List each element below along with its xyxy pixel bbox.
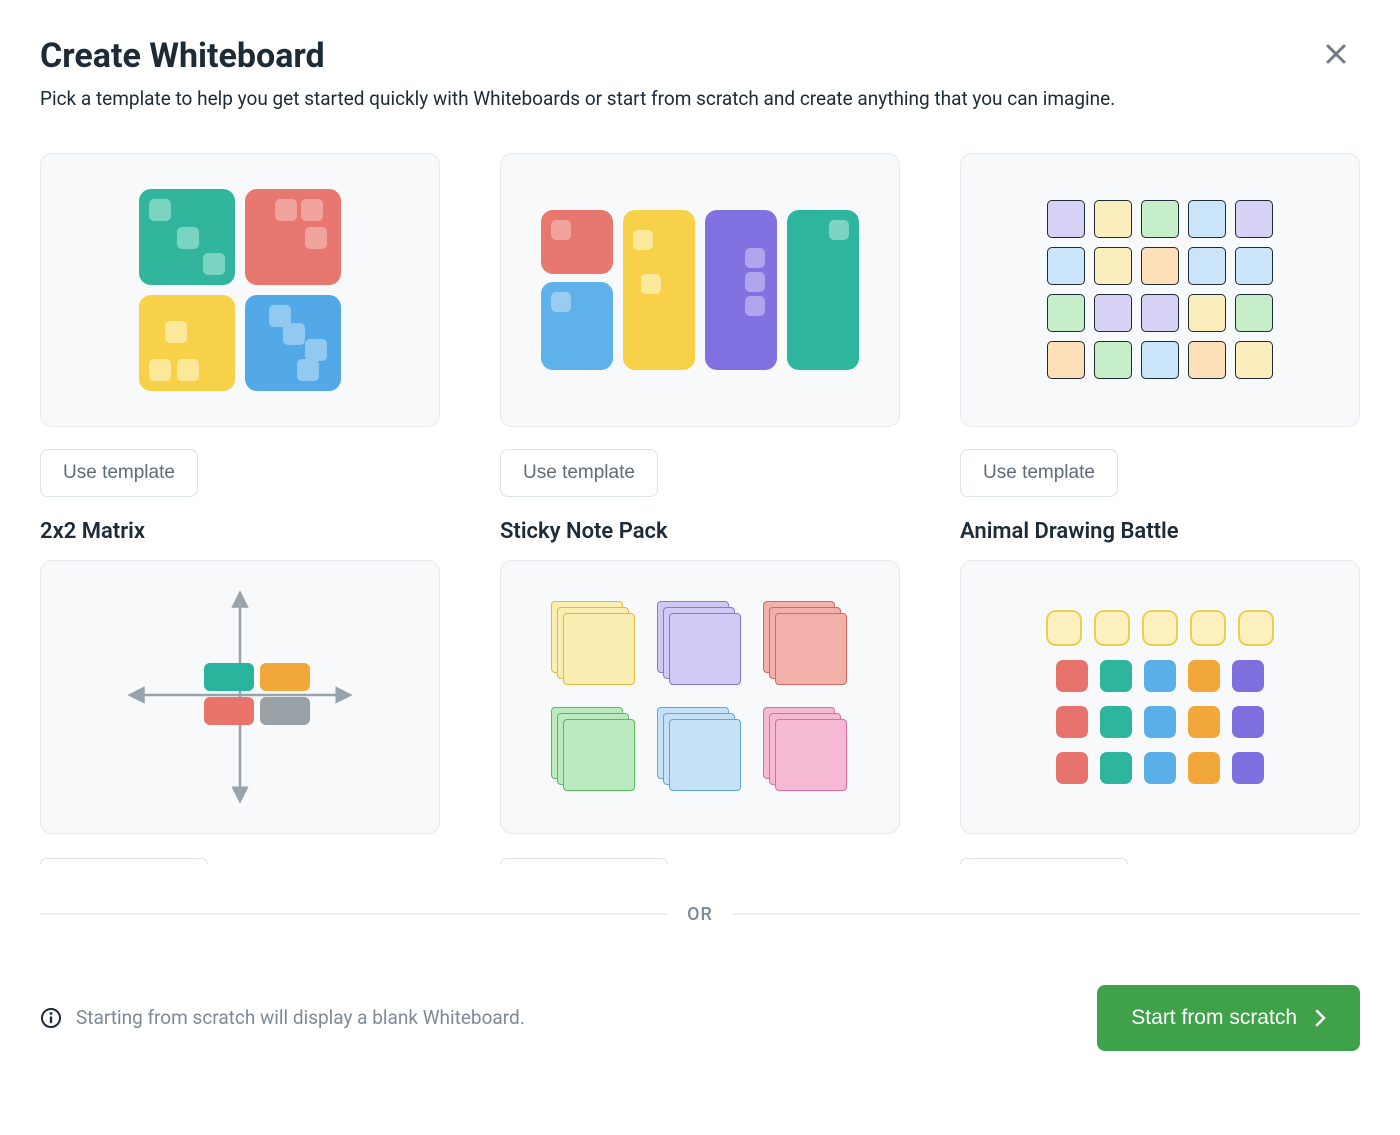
- close-button[interactable]: [1324, 38, 1356, 70]
- template-title: Sticky Note Pack: [500, 519, 900, 544]
- template-card: Sticky Note Pack: [500, 519, 900, 864]
- footer-hint-text: Starting from scratch will display a bla…: [76, 1006, 525, 1029]
- template-preview[interactable]: [500, 153, 900, 427]
- template-title: Animal Drawing Battle: [960, 519, 1360, 544]
- template-card: 2x2 Matrix: [40, 519, 440, 864]
- template-title: 2x2 Matrix: [40, 519, 440, 544]
- start-from-scratch-button[interactable]: Start from scratch: [1097, 985, 1360, 1051]
- or-divider: OR: [40, 904, 1360, 925]
- preview-animal-drawing-battle: [1046, 610, 1274, 784]
- primary-button-label: Start from scratch: [1131, 1006, 1297, 1030]
- preview-columns: [541, 210, 859, 370]
- template-preview[interactable]: [960, 153, 1360, 427]
- or-label: OR: [687, 904, 713, 925]
- use-template-button-partial[interactable]: [960, 858, 1128, 864]
- use-template-button-partial[interactable]: [500, 858, 668, 864]
- template-card: Use template: [500, 153, 900, 497]
- template-card: Use template: [40, 153, 440, 497]
- chevron-right-icon: [1315, 1009, 1326, 1027]
- info-icon: [40, 1007, 62, 1029]
- divider-line: [733, 913, 1360, 915]
- use-template-button-partial[interactable]: [40, 858, 208, 864]
- template-card: Use template: [960, 153, 1360, 497]
- template-preview[interactable]: [40, 153, 440, 427]
- preview-sticky-note-pack: [551, 601, 849, 793]
- template-preview[interactable]: [40, 560, 440, 834]
- template-card: Animal Drawing Battle: [960, 519, 1360, 864]
- template-preview[interactable]: [960, 560, 1360, 834]
- use-template-button[interactable]: Use template: [40, 449, 198, 497]
- templates-grid: Use template Use template: [40, 153, 1360, 864]
- preview-2x2-matrix: [116, 585, 364, 809]
- dialog-subtitle: Pick a template to help you get started …: [40, 86, 1360, 113]
- preview-grid-squares: [1047, 200, 1273, 379]
- use-template-button[interactable]: Use template: [960, 449, 1118, 497]
- close-icon: [1324, 42, 1356, 66]
- create-whiteboard-dialog: Create Whiteboard Pick a template to hel…: [0, 0, 1400, 1135]
- dialog-footer: Starting from scratch will display a bla…: [40, 985, 1360, 1051]
- dialog-title: Create Whiteboard: [40, 36, 1360, 76]
- preview-sticky-clusters: [139, 189, 341, 391]
- template-preview[interactable]: [500, 560, 900, 834]
- use-template-button[interactable]: Use template: [500, 449, 658, 497]
- footer-hint: Starting from scratch will display a bla…: [40, 1006, 525, 1029]
- divider-line: [40, 913, 667, 915]
